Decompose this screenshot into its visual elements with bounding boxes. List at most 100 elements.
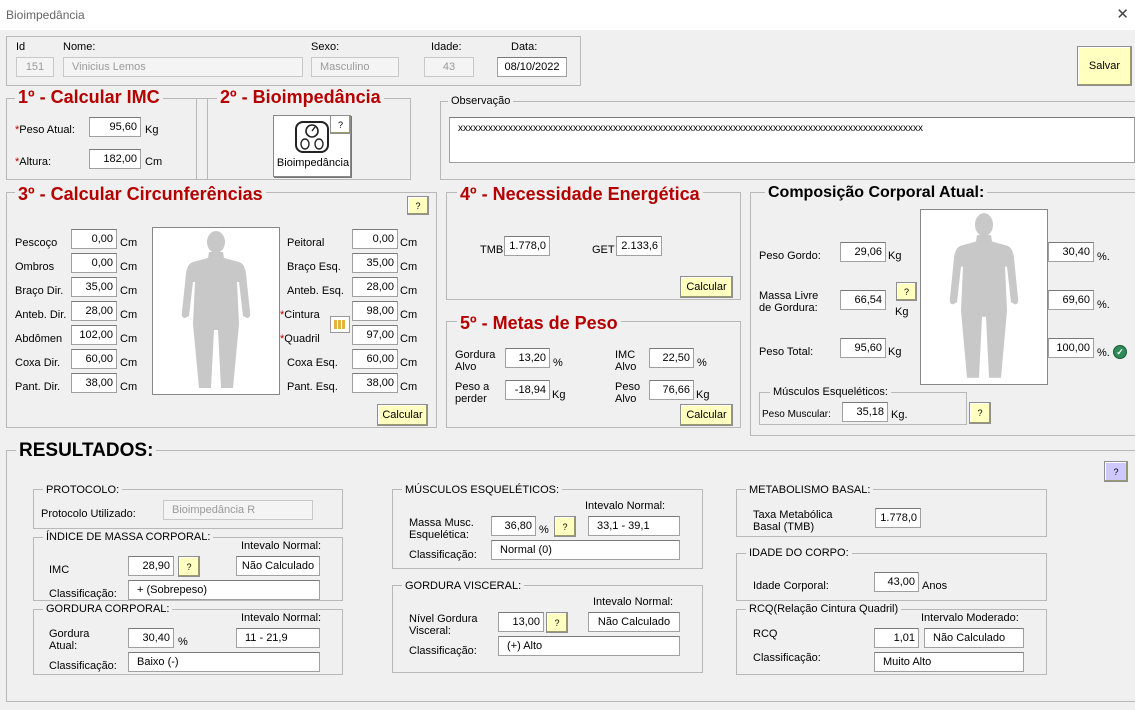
circumference-input[interactable]: 0,00 xyxy=(71,253,117,273)
skeletal-classification-field[interactable]: Normal (0) xyxy=(491,540,680,560)
circumference-label-text: Abdômen xyxy=(15,333,63,345)
fat-goal-unit: % xyxy=(553,357,563,369)
body-age-unit: Anos xyxy=(922,580,948,592)
circumference-label: *Quadril xyxy=(280,333,320,345)
circumference-unit: Cm xyxy=(400,357,418,369)
rcq-range-field[interactable]: Não Calculado xyxy=(924,628,1024,648)
circumference-calculate-button[interactable]: Calcular xyxy=(377,404,428,426)
skeletal-results-title: MÚSCULOS ESQUELÉTICOS: xyxy=(402,484,563,496)
circumference-input[interactable]: 97,00 xyxy=(352,325,398,345)
energy-calculate-button[interactable]: Calcular xyxy=(680,276,733,298)
body-silhouette-left xyxy=(152,227,280,395)
calculator-icon[interactable] xyxy=(330,316,350,333)
height-input[interactable]: 182,00 xyxy=(89,149,141,169)
sex-label: Sexo: xyxy=(311,41,340,53)
circumference-input[interactable]: 102,00 xyxy=(71,325,117,345)
total-weight-field[interactable]: 95,60 xyxy=(840,338,886,358)
muscle-help-button[interactable]: ? xyxy=(969,402,991,424)
circumference-label: Coxa Dir. xyxy=(15,357,60,369)
visceral-range-field[interactable]: Não Calculado xyxy=(588,612,680,632)
bmi-field[interactable]: 28,90 xyxy=(128,556,174,576)
body-fat-title: GORDURA CORPORAL: xyxy=(43,603,173,615)
visceral-level-field[interactable]: 13,00 xyxy=(498,612,544,632)
check-circle-icon: ✓ xyxy=(1113,345,1127,359)
fat-goal-field[interactable]: 13,20 xyxy=(505,348,550,368)
tmb-field[interactable]: 1.778,0 xyxy=(504,236,550,256)
lean-mass-field[interactable]: 66,54 xyxy=(840,290,886,310)
imc-goal-field[interactable]: 22,50 xyxy=(649,348,694,368)
fat-mass-unit: Kg xyxy=(888,250,902,262)
skeletal-mass-unit: % xyxy=(539,524,549,536)
goals-section-title: 5º - Metas de Peso xyxy=(457,313,621,334)
circumference-label-text: Peitoral xyxy=(287,237,325,249)
skeletal-mass-label: Massa Musc. Esquelética: xyxy=(409,517,474,541)
protocol-field[interactable]: Bioimpedância R xyxy=(163,500,313,520)
body-fat-classification-field[interactable]: Baixo (-) xyxy=(128,652,320,672)
circumference-label: Pant. Dir. xyxy=(15,381,60,393)
close-icon[interactable]: ✕ xyxy=(1116,5,1129,23)
circumference-label: Pant. Esq. xyxy=(287,381,338,393)
circumference-input[interactable]: 98,00 xyxy=(352,301,398,321)
circumference-input[interactable]: 38,00 xyxy=(352,373,398,393)
total-weight-label: Peso Total: xyxy=(759,346,814,358)
circumference-unit: Cm xyxy=(120,285,138,297)
circumference-input[interactable]: 60,00 xyxy=(352,349,398,369)
body-fat-classification-label: Classificação: xyxy=(49,660,117,672)
lean-percent-field[interactable]: 69,60 xyxy=(1048,290,1094,310)
skeletal-mass-field[interactable]: 36,80 xyxy=(491,516,536,536)
rcq-classification-field[interactable]: Muito Alto xyxy=(874,652,1024,672)
circumference-input[interactable]: 0,00 xyxy=(71,229,117,249)
imc-section-title: 1º - Calcular IMC xyxy=(15,87,163,108)
sex-field[interactable]: Masculino xyxy=(311,57,399,77)
weight-loss-field[interactable]: -18,94 xyxy=(505,380,550,400)
id-field[interactable]: 151 xyxy=(16,57,54,77)
circumference-input[interactable]: 28,00 xyxy=(352,277,398,297)
circumference-label-text: Quadril xyxy=(284,333,320,345)
muscle-weight-unit: Kg. xyxy=(891,409,908,421)
skeletal-help-button[interactable]: ? xyxy=(554,516,576,537)
body-fat-label: Gordura Atual: xyxy=(49,628,90,652)
results-title: RESULTADOS: xyxy=(16,440,157,462)
total-percent-unit: %. xyxy=(1097,347,1110,359)
circumference-input[interactable]: 35,00 xyxy=(71,277,117,297)
fat-percent-field[interactable]: 30,40 xyxy=(1048,242,1094,262)
observation-textarea[interactable]: xxxxxxxxxxxxxxxxxxxxxxxxxxxxxxxxxxxxxxxx… xyxy=(449,117,1135,163)
bmi-range-field[interactable]: Não Calculado xyxy=(236,556,320,576)
name-field[interactable]: Vinicius Lemos xyxy=(63,57,303,77)
age-field[interactable]: 43 xyxy=(424,57,474,77)
visceral-help-button[interactable]: ? xyxy=(546,612,568,633)
weight-loss-unit: Kg xyxy=(552,389,566,401)
bmi-classification-field[interactable]: + (Sobrepeso) xyxy=(128,580,320,600)
title-bar: Bioimpedância ✕ xyxy=(0,0,1135,30)
circumference-input[interactable]: 0,00 xyxy=(352,229,398,249)
date-field[interactable]: 08/10/2022 xyxy=(497,57,567,77)
circumference-input[interactable]: 28,00 xyxy=(71,301,117,321)
circumference-help-button[interactable]: ? xyxy=(407,196,429,215)
circumference-input[interactable]: 38,00 xyxy=(71,373,117,393)
results-help-button[interactable]: ? xyxy=(1104,461,1128,482)
bio-help-button[interactable]: ? xyxy=(330,115,351,134)
save-button[interactable]: Salvar xyxy=(1077,46,1132,86)
rcq-field[interactable]: 1,01 xyxy=(874,628,919,648)
muscle-weight-field[interactable]: 35,18 xyxy=(842,402,888,422)
fat-mass-field[interactable]: 29,06 xyxy=(840,242,886,262)
goals-calculate-button[interactable]: Calcular xyxy=(680,404,733,426)
circumference-input[interactable]: 60,00 xyxy=(71,349,117,369)
weight-input[interactable]: 95,60 xyxy=(89,117,141,137)
skeletal-range-field[interactable]: 33,1 - 39,1 xyxy=(588,516,680,536)
body-age-field[interactable]: 43,00 xyxy=(874,572,919,592)
circumference-input[interactable]: 35,00 xyxy=(352,253,398,273)
total-percent-field[interactable]: 100,00 xyxy=(1048,338,1094,358)
visceral-classification-field[interactable]: (+) Alto xyxy=(498,636,680,656)
basal-field[interactable]: 1.778,0 xyxy=(875,508,921,528)
bmi-classification-label: Classificação: xyxy=(49,588,117,600)
lean-mass-help-button[interactable]: ? xyxy=(896,282,917,301)
get-field[interactable]: 2.133,6 xyxy=(616,236,662,256)
bmi-help-button[interactable]: ? xyxy=(178,556,200,577)
weight-goal-field[interactable]: 76,66 xyxy=(649,380,694,400)
body-fat-range-field[interactable]: 11 - 21,9 xyxy=(236,628,320,648)
name-label: Nome: xyxy=(63,41,96,53)
body-fat-field[interactable]: 30,40 xyxy=(128,628,174,648)
visceral-normal-label: Intevalo Normal: xyxy=(593,596,674,608)
rcq-moderate-label: Intervalo Moderado: xyxy=(921,612,1019,624)
